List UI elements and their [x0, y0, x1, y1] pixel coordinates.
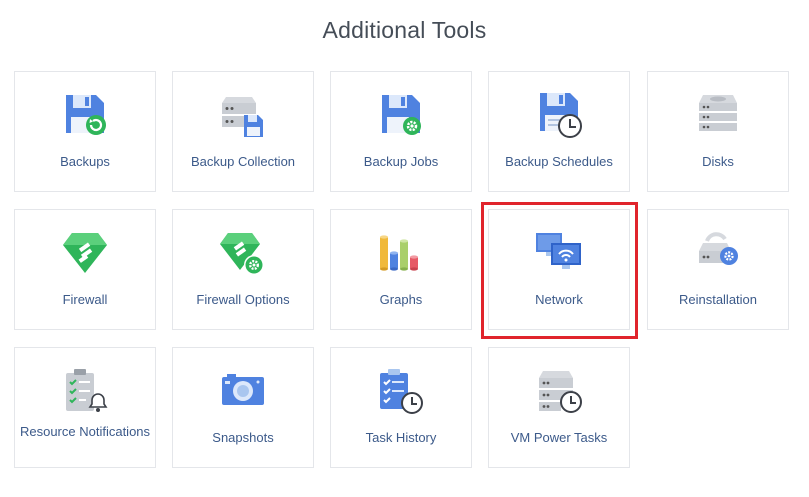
tool-label: Firewall — [62, 292, 108, 307]
tool-label: Network — [535, 292, 583, 307]
tool-tile-vm-power-tasks[interactable]: VM Power Tasks — [488, 347, 630, 468]
tool-tile-backup-schedules[interactable]: Backup Schedules — [488, 71, 630, 192]
tool-tile-task-history[interactable]: Task History — [330, 347, 472, 468]
backup-collection-icon — [218, 91, 268, 139]
firewall-icon — [60, 229, 110, 277]
tool-label: Resource Notifications — [19, 424, 151, 439]
resource-notifications-icon — [60, 367, 110, 415]
tool-tile-disks[interactable]: Disks — [647, 71, 789, 192]
tool-label: Reinstallation — [678, 292, 758, 307]
page-title: Additional Tools — [322, 17, 487, 43]
reinstallation-icon — [693, 229, 743, 277]
tool-label: Task History — [365, 430, 437, 445]
tool-tile-backups[interactable]: Backups — [14, 71, 156, 192]
tool-label: Firewall Options — [196, 292, 290, 307]
task-history-icon — [376, 367, 426, 415]
backup-jobs-icon — [376, 91, 426, 139]
vm-power-tasks-icon — [534, 367, 584, 415]
disks-icon — [693, 91, 743, 139]
tool-tile-backup-jobs[interactable]: Backup Jobs — [330, 71, 472, 192]
firewall-options-icon — [218, 229, 268, 277]
tool-label: Disks — [702, 154, 734, 169]
tool-tile-firewall-options[interactable]: Firewall Options — [172, 209, 314, 330]
tool-label: Graphs — [379, 292, 423, 307]
network-icon — [534, 229, 584, 277]
graphs-icon — [376, 229, 426, 277]
tool-label: Backups — [60, 154, 110, 169]
tool-tile-network[interactable]: Network — [488, 209, 630, 330]
tool-label: Backup Jobs — [363, 154, 439, 169]
tool-tile-graphs[interactable]: Graphs — [330, 209, 472, 330]
tool-label: Backup Collection — [190, 154, 296, 169]
tool-tile-reinstallation[interactable]: Reinstallation — [647, 209, 789, 330]
tool-label: VM Power Tasks — [510, 430, 608, 445]
tool-label: Snapshots — [212, 430, 274, 445]
backup-icon — [60, 91, 110, 139]
tool-tile-snapshots[interactable]: Snapshots — [172, 347, 314, 468]
tool-tile-backup-collection[interactable]: Backup Collection — [172, 71, 314, 192]
tool-tile-firewall[interactable]: Firewall — [14, 209, 156, 330]
snapshots-icon — [218, 367, 268, 415]
tool-label: Backup Schedules — [505, 154, 613, 169]
tool-tile-resource-notifications[interactable]: Resource Notifications — [14, 347, 156, 468]
backup-schedules-icon — [534, 91, 584, 139]
